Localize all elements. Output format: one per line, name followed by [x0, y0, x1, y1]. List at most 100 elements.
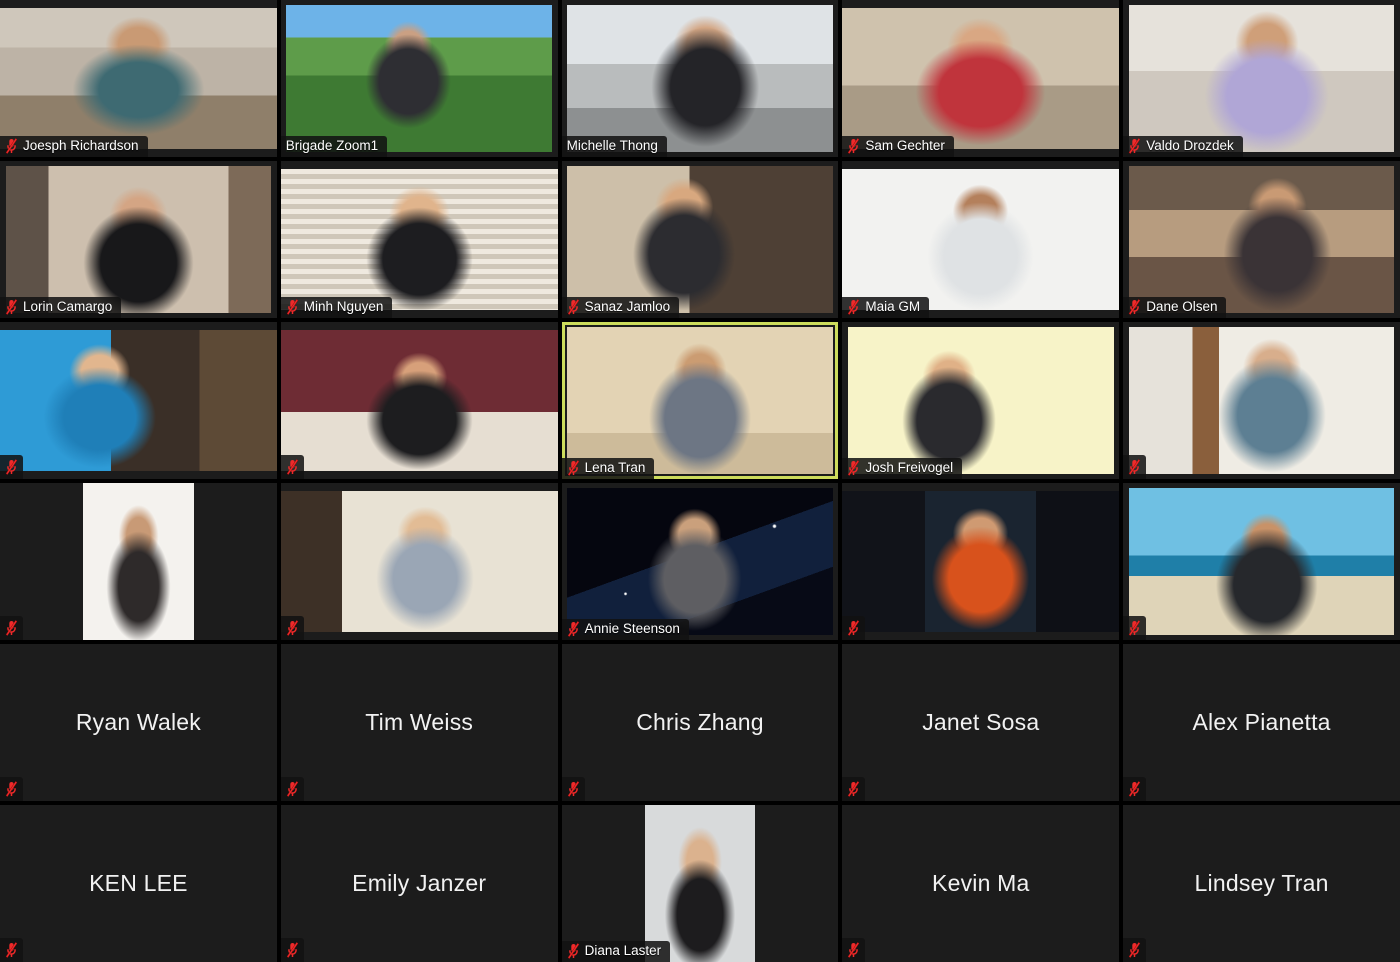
microphone-muted-icon: [286, 459, 299, 475]
mute-indicator: [0, 455, 23, 479]
microphone-muted-icon: [5, 459, 18, 475]
participant-tile[interactable]: [842, 483, 1120, 640]
participant-name-chip: Maia GM: [842, 297, 930, 318]
microphone-muted-icon: [567, 621, 579, 637]
mute-indicator: [280, 777, 304, 801]
participant-tile[interactable]: Dane Olsen: [1123, 161, 1400, 318]
participant-tile[interactable]: [280, 322, 558, 479]
microphone-muted-icon: [1128, 138, 1141, 154]
participant-tile[interactable]: [0, 483, 277, 640]
participant-name-chip: Lena Tran: [561, 458, 655, 479]
participant-tile[interactable]: Maia GM: [842, 161, 1120, 318]
participant-name-label: Minh Nguyen: [303, 299, 384, 314]
participant-name-chip: Sam Gechter: [842, 136, 954, 157]
participant-gallery-grid: Joesph Richardson Brigade Zoom1 Michelle T…: [0, 0, 1400, 962]
participant-name-label: Sanaz Jamloo: [584, 299, 671, 314]
participant-name-label: Lorin Camargo: [23, 299, 113, 314]
participant-name-centered: Chris Zhang: [636, 709, 764, 735]
microphone-muted-icon: [848, 299, 860, 315]
participant-video: [1128, 4, 1395, 153]
participant-name-centered: Kevin Ma: [932, 870, 1030, 896]
participant-tile[interactable]: Tim Weiss: [280, 644, 558, 801]
microphone-muted-icon: [848, 942, 860, 958]
participant-video: [1128, 326, 1395, 475]
participant-video: [842, 168, 1120, 311]
microphone-muted-icon: [286, 620, 299, 636]
mute-indicator: [561, 777, 585, 801]
microphone-muted-icon: [5, 138, 18, 154]
mute-indicator: [842, 616, 866, 640]
microphone-muted-icon: [848, 781, 860, 797]
participant-name-label: Valdo Drozdek: [1146, 138, 1234, 153]
participant-tile[interactable]: Lorin Camargo: [0, 161, 277, 318]
mute-indicator: [280, 938, 304, 962]
participant-name-label: Maia GM: [865, 299, 921, 314]
microphone-muted-icon: [567, 943, 579, 959]
participant-name-chip: Josh Freivogel: [842, 458, 963, 479]
participant-video: [5, 165, 272, 314]
participant-tile[interactable]: Sam Gechter: [842, 0, 1120, 157]
participant-name-chip: Valdo Drozdek: [1123, 136, 1243, 157]
microphone-muted-icon: [567, 299, 579, 315]
mute-indicator: [0, 777, 23, 801]
participant-video: [0, 7, 277, 150]
participant-tile[interactable]: Valdo Drozdek: [1123, 0, 1400, 157]
microphone-muted-icon: [1128, 620, 1141, 636]
participant-video: [280, 168, 558, 311]
participant-name-centered: KEN LEE: [89, 870, 188, 896]
participant-tile[interactable]: Annie Steenson: [561, 483, 839, 640]
participant-tile[interactable]: Joesph Richardson: [0, 0, 277, 157]
participant-tile[interactable]: Lindsey Tran: [1123, 805, 1400, 962]
microphone-muted-icon: [5, 781, 18, 797]
participant-tile[interactable]: Diana Laster: [561, 805, 839, 962]
participant-video: [567, 165, 833, 314]
participant-tile[interactable]: Sanaz Jamloo: [561, 161, 839, 318]
mute-indicator: [1123, 777, 1147, 801]
participant-name-label: Lena Tran: [584, 460, 646, 475]
participant-tile[interactable]: Minh Nguyen: [280, 161, 558, 318]
participant-video: [1128, 165, 1395, 314]
participant-name-chip: Michelle Thong: [561, 136, 667, 157]
participant-tile[interactable]: Michelle Thong: [561, 0, 839, 157]
participant-name-centered: Janet Sosa: [922, 709, 1040, 735]
microphone-muted-icon: [5, 299, 18, 315]
microphone-muted-icon: [286, 299, 299, 315]
participant-tile[interactable]: Janet Sosa: [842, 644, 1120, 801]
participant-tile[interactable]: Brigade Zoom1: [280, 0, 558, 157]
participant-name-chip: Minh Nguyen: [280, 297, 393, 318]
participant-tile[interactable]: Emily Janzer: [280, 805, 558, 962]
participant-tile[interactable]: [1123, 483, 1400, 640]
participant-tile[interactable]: Kevin Ma: [842, 805, 1120, 962]
participant-tile[interactable]: [1123, 322, 1400, 479]
participant-name-chip: Lorin Camargo: [0, 297, 122, 318]
participant-video: [1128, 487, 1395, 636]
mute-indicator: [280, 455, 304, 479]
microphone-muted-icon: [567, 460, 579, 476]
participant-name-label: Michelle Thong: [566, 138, 658, 153]
mute-indicator: [842, 938, 866, 962]
microphone-muted-icon: [1128, 781, 1141, 797]
microphone-muted-icon: [848, 460, 860, 476]
participant-tile[interactable]: [0, 322, 277, 479]
mute-indicator: [842, 777, 866, 801]
microphone-muted-icon: [1128, 459, 1141, 475]
mute-indicator: [280, 616, 304, 640]
participant-tile[interactable]: Lena Tran: [561, 322, 839, 479]
participant-name-label: Josh Freivogel: [865, 460, 954, 475]
participant-tile[interactable]: Chris Zhang: [561, 644, 839, 801]
participant-video: [567, 4, 833, 153]
participant-name-label: Dane Olsen: [1146, 299, 1218, 314]
participant-name-centered: Tim Weiss: [365, 709, 474, 735]
participant-tile[interactable]: Ryan Walek: [0, 644, 277, 801]
participant-tile[interactable]: Alex Pianetta: [1123, 644, 1400, 801]
participant-video: [567, 487, 833, 636]
participant-video: [83, 483, 194, 640]
microphone-muted-icon: [567, 781, 579, 797]
participant-name-label: Sam Gechter: [865, 138, 945, 153]
participant-tile[interactable]: Josh Freivogel: [842, 322, 1120, 479]
participant-name-label: Annie Steenson: [584, 621, 680, 636]
participant-tile[interactable]: [280, 483, 558, 640]
microphone-muted-icon: [286, 942, 299, 958]
participant-tile[interactable]: KEN LEE: [0, 805, 277, 962]
participant-name-centered: Lindsey Tran: [1194, 870, 1329, 896]
